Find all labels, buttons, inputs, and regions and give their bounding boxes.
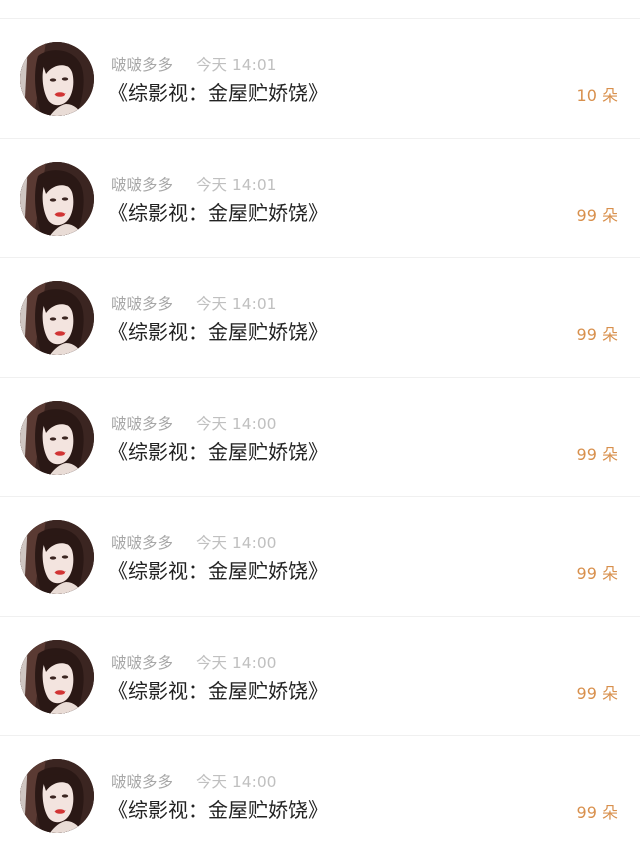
username[interactable]: 啵啵多多 — [111, 773, 173, 791]
avatar[interactable] — [20, 42, 94, 116]
list-item[interactable]: 啵啵多多 今天 14:01 《综影视：金屋贮娇饶》 99 朵 — [0, 257, 640, 377]
book-title[interactable]: 《综影视：金屋贮娇饶》 — [108, 439, 328, 465]
gift-count: 99 朵 — [576, 325, 618, 344]
gift-count: 99 朵 — [576, 205, 618, 225]
book-title[interactable]: 《综影视：金屋贮娇饶》 — [108, 200, 328, 226]
gift-count: 99 朵 — [576, 444, 618, 464]
username[interactable]: 啵啵多多 — [111, 654, 173, 672]
list-item[interactable]: 啵啵多多 今天 14:00 《综影视：金屋贮娇饶》 99 朵 — [0, 735, 640, 855]
book-title[interactable]: 《综影视：金屋贮娇饶》 — [108, 80, 328, 106]
item-meta: 啵啵多多 今天 14:00 — [111, 533, 277, 553]
user-avatar-photo-icon — [20, 281, 94, 355]
avatar[interactable] — [20, 281, 94, 355]
timestamp: 今天 14:01 — [195, 295, 277, 313]
avatar[interactable] — [20, 520, 94, 594]
item-meta: 啵啵多多 今天 14:01 — [111, 294, 277, 314]
book-title[interactable]: 《综影视：金屋贮娇饶》 — [108, 558, 328, 584]
item-meta: 啵啵多多 今天 14:01 — [111, 55, 277, 75]
avatar[interactable] — [20, 400, 94, 475]
book-title[interactable]: 《综影视：金屋贮娇饶》 — [108, 797, 328, 823]
gift-list: 啵啵多多 今天 14:01 《综影视：金屋贮娇饶》 10 朵 啵啵多多 今天 1… — [0, 18, 640, 855]
list-item[interactable]: 啵啵多多 今天 14:00 《综影视：金屋贮娇饶》 99 朵 — [0, 496, 640, 616]
gift-count: 99 朵 — [576, 564, 618, 583]
gift-count: 99 朵 — [576, 803, 618, 822]
item-meta: 啵啵多多 今天 14:00 — [111, 414, 277, 434]
timestamp: 今天 14:00 — [195, 414, 277, 433]
list-item[interactable]: 啵啵多多 今天 14:00 《综影视：金屋贮娇饶》 99 朵 — [0, 615, 640, 736]
timestamp: 今天 14:00 — [195, 653, 277, 672]
gift-count: 99 朵 — [576, 683, 618, 703]
username[interactable]: 啵啵多多 — [111, 295, 173, 313]
item-meta: 啵啵多多 今天 14:01 — [111, 175, 277, 195]
gift-count: 10 朵 — [576, 86, 618, 105]
item-meta: 啵啵多多 今天 14:00 — [111, 772, 277, 792]
user-avatar-photo-icon — [20, 520, 94, 594]
timestamp: 今天 14:01 — [195, 175, 277, 194]
username[interactable]: 啵啵多多 — [111, 176, 173, 194]
list-item[interactable]: 啵啵多多 今天 14:01 《综影视：金屋贮娇饶》 99 朵 — [0, 137, 640, 258]
avatar[interactable] — [20, 161, 94, 236]
user-avatar-photo-icon — [20, 400, 94, 475]
avatar[interactable] — [20, 639, 94, 714]
user-avatar-photo-icon — [20, 759, 94, 833]
list-item[interactable]: 啵啵多多 今天 14:01 《综影视：金屋贮娇饶》 10 朵 — [0, 18, 640, 138]
timestamp: 今天 14:01 — [195, 56, 277, 74]
user-avatar-photo-icon — [20, 42, 94, 116]
user-avatar-photo-icon — [20, 161, 94, 236]
list-item[interactable]: 啵啵多多 今天 14:00 《综影视：金屋贮娇饶》 99 朵 — [0, 376, 640, 497]
book-title[interactable]: 《综影视：金屋贮娇饶》 — [108, 319, 328, 345]
avatar[interactable] — [20, 759, 94, 833]
username[interactable]: 啵啵多多 — [111, 56, 173, 74]
item-meta: 啵啵多多 今天 14:00 — [111, 653, 277, 673]
timestamp: 今天 14:00 — [195, 773, 277, 791]
username[interactable]: 啵啵多多 — [111, 415, 173, 433]
timestamp: 今天 14:00 — [195, 534, 277, 552]
username[interactable]: 啵啵多多 — [111, 534, 173, 552]
user-avatar-photo-icon — [20, 639, 94, 714]
book-title[interactable]: 《综影视：金屋贮娇饶》 — [108, 678, 328, 704]
